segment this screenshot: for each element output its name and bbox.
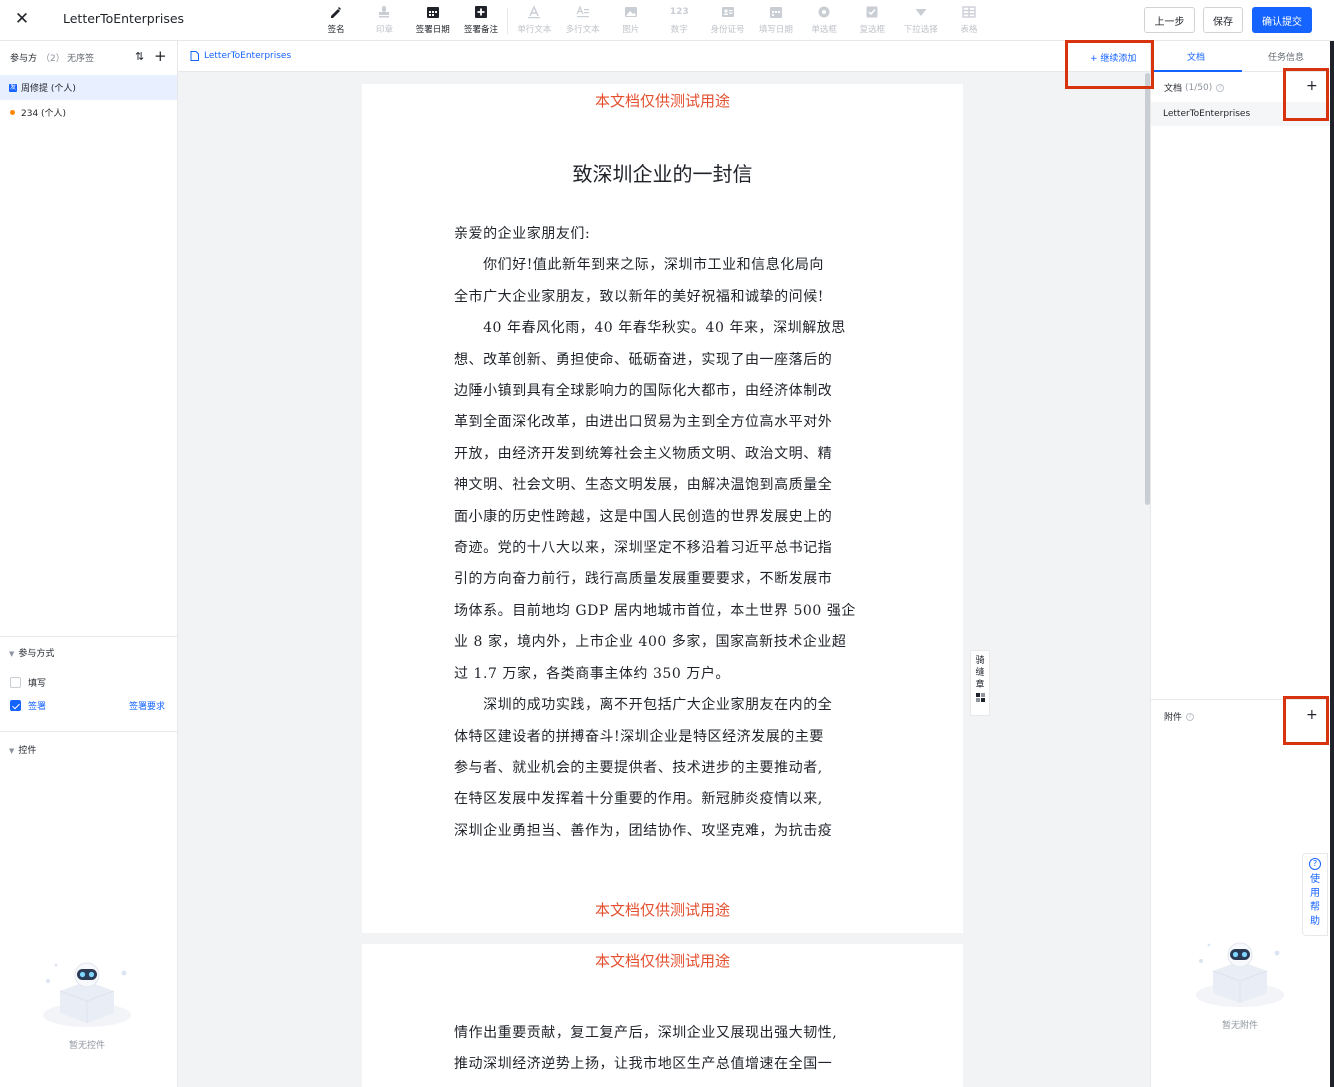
active-tab-indicator [1151, 70, 1242, 72]
tool-sign-date[interactable]: 签署日期 [409, 0, 457, 41]
no-attachments-text: 暂无附件 [1221, 1021, 1258, 1031]
help-button[interactable]: ? 使 用 帮 助 [1302, 853, 1328, 936]
participant-color-dot [10, 110, 15, 115]
left-sidebar: 参与方 （2） 无序签 ⇅ + 发 周修提 (个人) 234 (个人) ▼ 参与方式… [0, 41, 178, 1087]
tool-fill-date[interactable]: 填写日期 [752, 0, 800, 41]
note-plus-icon [473, 4, 489, 20]
tool-checkbox[interactable]: 复选框 [848, 0, 896, 41]
letter-title: 致深圳企业的一封信 [572, 162, 753, 186]
cross-page-seal-button[interactable]: 骑 缝 章 [970, 650, 990, 716]
top-toolbar: ✕ LetterToEnterprises 签名 印章 签署日期 签署备注 单行… [0, 0, 1334, 41]
participant-item[interactable]: 发 周修提 (个人) [0, 75, 177, 100]
tool-seal[interactable]: 印章 [360, 0, 408, 41]
test-watermark: 本文档仅供测试用途 [594, 952, 730, 970]
sort-order-icon[interactable]: ⇅ [135, 50, 144, 63]
pen-icon [328, 4, 344, 20]
multiline-text-icon [575, 4, 591, 20]
robot-illustration-icon [32, 953, 142, 1033]
robot-illustration-icon [1185, 933, 1295, 1013]
participants-header: 参与方 （2） 无序签 ⇅ + [0, 41, 178, 73]
document-canvas[interactable]: LetterToEnterprises + 继续添加 本文档仅供测试用途 致深圳… [178, 41, 1150, 1087]
tab-task-info[interactable]: 任务信息 [1268, 50, 1304, 63]
toolbar-divider [507, 8, 509, 34]
fill-date-icon [768, 4, 784, 20]
section-divider [0, 636, 177, 637]
tool-dropdown[interactable]: 下拉选择 [897, 0, 945, 41]
section-divider [0, 731, 177, 732]
test-watermark: 本文档仅供测试用途 [594, 92, 730, 110]
method-fill-option[interactable]: 填写 [10, 676, 46, 689]
id-card-icon [720, 4, 736, 20]
confirm-submit-button[interactable]: 确认提交 [1252, 7, 1312, 33]
file-icon [190, 51, 199, 61]
tool-sign-note[interactable]: 签署备注 [457, 0, 505, 41]
panel-scrollbar[interactable] [1330, 41, 1334, 1087]
highlight-box [1283, 696, 1329, 745]
unordered-signing-label: 无序签 [67, 54, 95, 64]
previous-step-button[interactable]: 上一步 [1144, 7, 1195, 33]
letter-body: 亲爱的企业家朋友们: 你们好!值此新年到来之际，深圳市工业和信息化局向 全市广大… [454, 226, 856, 839]
controls-section-toggle[interactable]: ▼ 控件 [9, 743, 36, 756]
document-title: LetterToEnterprises [63, 11, 185, 26]
tool-image[interactable]: 图片 [607, 0, 655, 41]
highlight-box [1283, 68, 1329, 121]
participant-name: 234 (个人) [21, 109, 67, 119]
tool-signature[interactable]: 签名 [312, 0, 360, 41]
participants-title: 参与方 （2） [10, 54, 65, 64]
breadcrumb[interactable]: LetterToEnterprises [190, 51, 291, 61]
documents-section-title: 文档 (1/50) ? [1164, 81, 1225, 94]
tool-table[interactable]: 表格 [945, 0, 993, 41]
number-icon: 123 [669, 7, 689, 17]
add-participant-button[interactable]: + [154, 47, 167, 65]
tool-number[interactable]: 123 数字 [655, 0, 703, 41]
save-button[interactable]: 保存 [1203, 7, 1243, 33]
tool-radio[interactable]: 单选框 [800, 0, 848, 41]
help-circle-icon[interactable]: ? [1186, 712, 1195, 721]
method-sign-option[interactable]: 签署 [10, 699, 46, 712]
tool-multi-line-text[interactable]: 多行文本 [558, 0, 606, 41]
participants-count: （2） [41, 54, 65, 64]
tool-id-number[interactable]: 身份证号 [703, 0, 751, 41]
initiator-badge: 发 [9, 83, 17, 92]
checkbox-icon [864, 4, 880, 20]
test-watermark: 本文档仅供测试用途 [594, 901, 730, 919]
documents-count: (1/50) [1185, 82, 1213, 93]
no-controls-text: 暂无控件 [68, 1041, 105, 1051]
fill-checkbox[interactable] [10, 677, 21, 688]
calendar-icon [425, 4, 441, 20]
close-icon[interactable]: ✕ [13, 9, 31, 29]
participation-method-toggle[interactable]: ▼ 参与方式 [9, 646, 54, 659]
sign-requirements-link[interactable]: 签署要求 [129, 699, 165, 712]
letter-body: 情作出重要贡献，复工复产后，深圳企业又展现出强大韧性, 推动深圳经济逆势上扬，让… [454, 1025, 838, 1073]
document-page-1[interactable]: 本文档仅供测试用途 致深圳企业的一封信 亲爱的企业家朋友们: 你们好!值此新年到… [362, 84, 963, 933]
table-icon [961, 4, 977, 20]
document-breadcrumb-bar: LetterToEnterprises + 继续添加 [178, 41, 1150, 72]
attachments-section-title: 附件 ? [1164, 710, 1195, 723]
control-toolbar: 签名 印章 签署日期 签署备注 单行文本 多行文本 图片 123 数字 身份证号… [312, 0, 993, 41]
help-circle-icon[interactable]: ? [1216, 83, 1225, 92]
document-page-2[interactable]: 本文档仅供测试用途 情作出重要贡献，复工复产后，深圳企业又展现出强大韧性, 推动… [362, 944, 963, 1087]
participant-name: 周修提 (个人) [21, 84, 76, 94]
tab-documents[interactable]: 文档 [1187, 50, 1205, 63]
seal-grid-icon [975, 693, 985, 706]
question-icon: ? [1309, 858, 1321, 870]
participant-item[interactable]: 234 (个人) [0, 100, 177, 125]
highlight-box [1065, 40, 1154, 89]
image-icon [623, 4, 639, 20]
stamp-icon [376, 4, 392, 20]
dropdown-icon [913, 4, 929, 20]
tool-single-line-text[interactable]: 单行文本 [510, 0, 558, 41]
caret-down-icon: ▼ [9, 650, 15, 658]
text-a-icon [526, 4, 542, 20]
caret-down-icon: ▼ [9, 747, 15, 755]
sign-checkbox[interactable] [10, 700, 21, 711]
radio-icon [816, 4, 832, 20]
